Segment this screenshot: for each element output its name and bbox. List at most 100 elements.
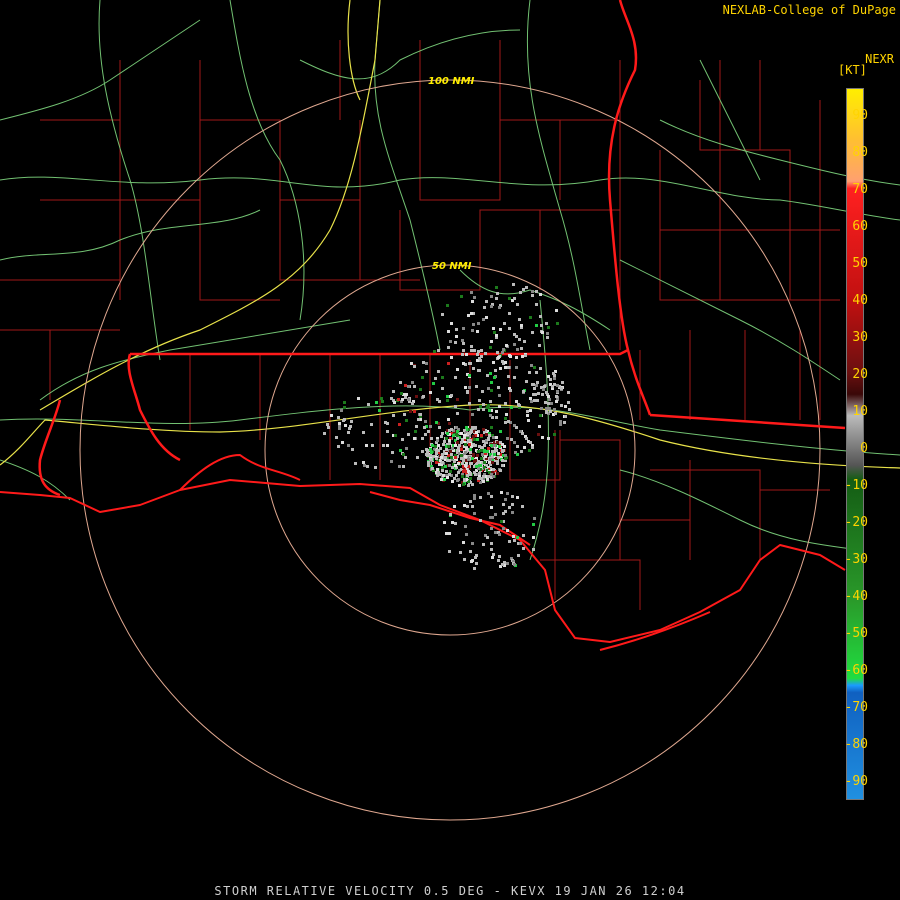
echo-pixel bbox=[468, 374, 471, 377]
echo-pixel bbox=[429, 448, 432, 451]
echo-pixel bbox=[458, 444, 461, 447]
echo-pixel bbox=[546, 332, 549, 335]
echo-pixel bbox=[483, 444, 486, 447]
echo-pixel bbox=[342, 419, 345, 422]
echo-pixel bbox=[475, 562, 478, 565]
echo-pixel bbox=[482, 403, 485, 406]
echo-pixel bbox=[429, 391, 432, 394]
echo-pixel bbox=[446, 304, 449, 307]
echo-pixel bbox=[448, 532, 451, 535]
echo-pixel bbox=[481, 390, 484, 393]
echo-pixel bbox=[429, 454, 432, 457]
echo-pixel bbox=[533, 399, 536, 402]
echo-pixel bbox=[513, 297, 516, 300]
echo-pixel bbox=[323, 432, 326, 435]
echo-pixel bbox=[535, 303, 538, 306]
echo-pixel bbox=[501, 351, 504, 354]
echo-pixel bbox=[447, 418, 450, 421]
echo-pixel bbox=[497, 456, 500, 459]
echo-pixel bbox=[481, 453, 484, 456]
echo-pixel bbox=[449, 450, 452, 453]
echo-pixel bbox=[456, 437, 459, 440]
colorbar-tick-label: 20 bbox=[852, 367, 868, 382]
echo-pixel bbox=[561, 381, 564, 384]
echo-pixel bbox=[448, 464, 451, 467]
echo-pixel bbox=[552, 372, 555, 375]
echo-pixel bbox=[337, 416, 340, 419]
echo-pixel bbox=[517, 403, 520, 406]
echo-pixel bbox=[486, 536, 489, 539]
echo-pixel bbox=[337, 445, 340, 448]
echo-pixel bbox=[474, 459, 477, 462]
echo-pixel bbox=[475, 465, 478, 468]
echo-pixel bbox=[520, 347, 523, 350]
echo-pixel bbox=[551, 385, 554, 388]
echo-pixel bbox=[528, 449, 531, 452]
echo-pixel bbox=[469, 477, 472, 480]
echo-pixel bbox=[510, 406, 513, 409]
echo-pixel bbox=[466, 391, 469, 394]
echo-pixel bbox=[483, 450, 486, 453]
echo-pixel bbox=[450, 456, 453, 459]
echo-pixel bbox=[413, 365, 416, 368]
echo-pixel bbox=[441, 453, 444, 456]
echo-pixel bbox=[469, 448, 472, 451]
echo-pixel bbox=[531, 383, 534, 386]
echo-pixel bbox=[446, 395, 449, 398]
echo-pixel bbox=[493, 376, 496, 379]
echo-pixel bbox=[542, 388, 545, 391]
echo-pixel bbox=[555, 309, 558, 312]
product-label: NEXR bbox=[865, 52, 894, 66]
echo-pixel bbox=[367, 403, 370, 406]
echo-pixel bbox=[470, 560, 473, 563]
echo-pixel bbox=[482, 428, 485, 431]
colorbar-tick-label: -50 bbox=[844, 626, 868, 641]
echo-pixel bbox=[474, 473, 477, 476]
echo-pixel bbox=[443, 456, 446, 459]
echo-pixel bbox=[415, 395, 418, 398]
echo-pixel bbox=[448, 422, 451, 425]
echo-pixel bbox=[350, 420, 353, 423]
echo-pixel bbox=[460, 457, 463, 460]
echo-pixel bbox=[404, 456, 407, 459]
echo-pixel bbox=[460, 454, 463, 457]
echo-pixel bbox=[545, 391, 548, 394]
echo-pixel bbox=[482, 318, 485, 321]
echo-pixel bbox=[351, 448, 354, 451]
echo-pixel bbox=[440, 456, 443, 459]
echo-pixel bbox=[502, 527, 505, 530]
echo-pixel bbox=[451, 466, 454, 469]
echo-pixel bbox=[479, 519, 482, 522]
echo-pixel bbox=[513, 539, 516, 542]
echo-pixel bbox=[483, 461, 486, 464]
colorbar-tick-label: -30 bbox=[844, 552, 868, 567]
echo-pixel bbox=[492, 553, 495, 556]
echo-pixel bbox=[560, 404, 563, 407]
echo-pixel bbox=[462, 327, 465, 330]
echo-pixel bbox=[392, 390, 395, 393]
echo-pixel bbox=[489, 458, 492, 461]
echo-pixel bbox=[434, 445, 437, 448]
echo-pixel bbox=[490, 389, 493, 392]
echo-pixel bbox=[496, 472, 499, 475]
echo-pixel bbox=[411, 402, 414, 405]
echo-pixel bbox=[464, 464, 467, 467]
echo-pixel bbox=[471, 505, 474, 508]
echo-pixel bbox=[407, 433, 410, 436]
echo-pixel bbox=[436, 439, 439, 442]
colorbar-tick-label: 40 bbox=[852, 293, 868, 308]
echo-pixel bbox=[449, 340, 452, 343]
echo-pixel bbox=[469, 472, 472, 475]
echo-pixel bbox=[567, 401, 570, 404]
echo-pixel bbox=[473, 349, 476, 352]
echo-pixel bbox=[435, 461, 438, 464]
echo-pixel bbox=[531, 331, 534, 334]
echo-pixel bbox=[499, 328, 502, 331]
echo-pixel bbox=[531, 446, 534, 449]
echo-pixel bbox=[454, 405, 457, 408]
echo-pixel bbox=[448, 459, 451, 462]
echo-pixel bbox=[488, 409, 491, 412]
echo-pixel bbox=[445, 532, 448, 535]
echo-pixel bbox=[446, 399, 449, 402]
echo-pixel bbox=[454, 464, 457, 467]
